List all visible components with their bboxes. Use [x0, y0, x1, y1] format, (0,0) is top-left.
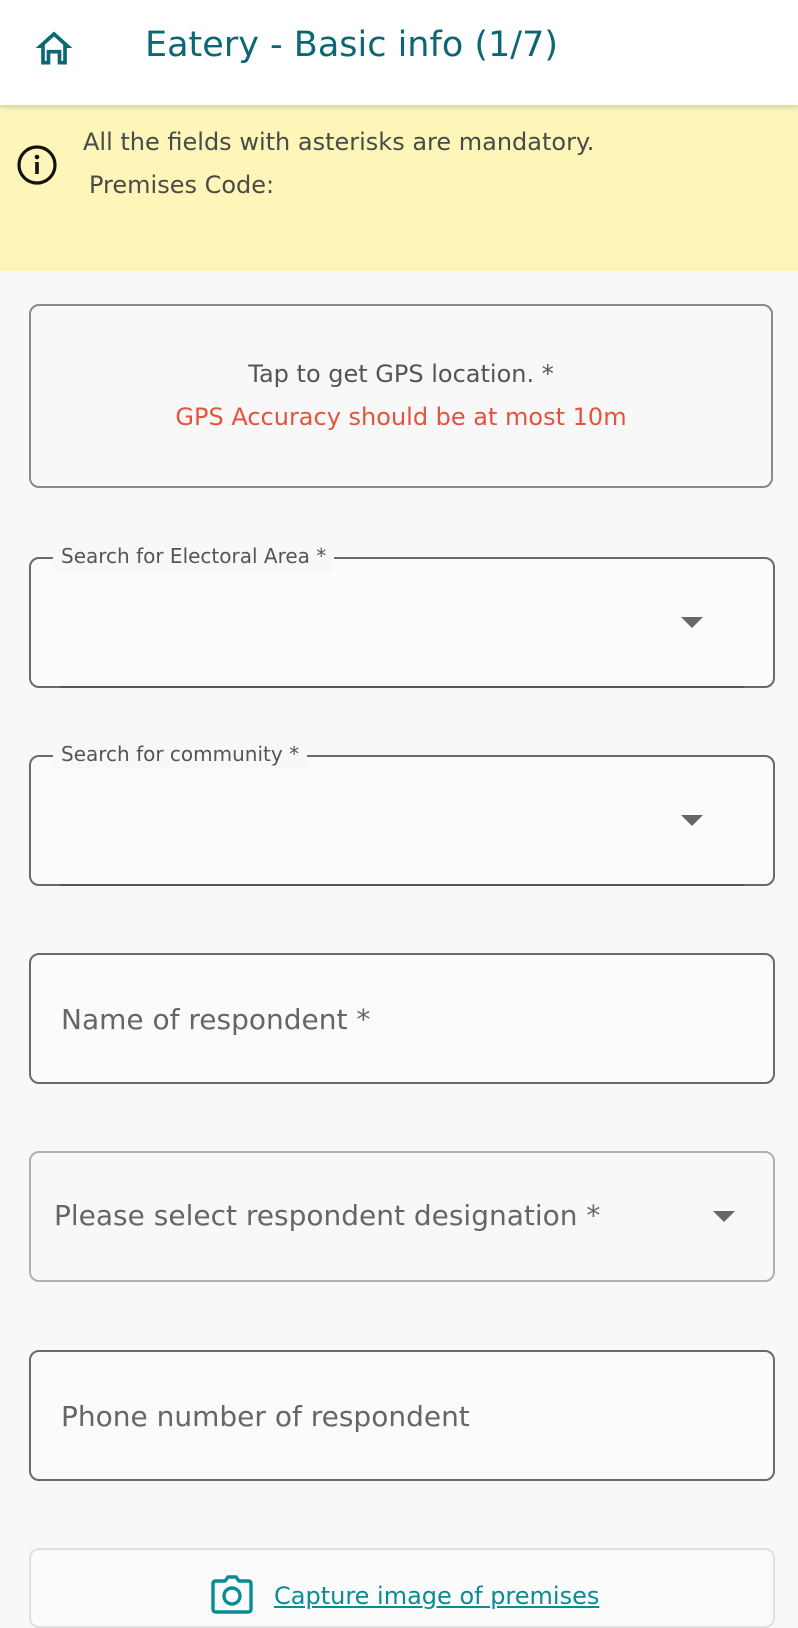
community-label: Search for community *	[53, 739, 308, 769]
camera-icon	[211, 1575, 253, 1614]
info-icon	[17, 145, 57, 185]
mandatory-fields-note: All the fields with asterisks are mandat…	[83, 128, 595, 156]
page-title: Eatery - Basic info (1/7)	[145, 25, 558, 65]
premises-code-label: Premises Code:	[89, 171, 275, 199]
respondent-designation-select[interactable]: Please select respondent designation *	[29, 1151, 775, 1282]
home-icon	[35, 31, 73, 65]
respondent-phone-input[interactable]	[59, 1352, 743, 1481]
gps-accuracy-warning: GPS Accuracy should be at most 10m	[175, 403, 627, 431]
capture-premises-image-button[interactable]: Capture image of premises	[29, 1548, 775, 1628]
community-underline	[60, 884, 744, 886]
electoral-area-search-field[interactable]: Search for Electoral Area *	[29, 541, 775, 688]
gps-location-prompt: Tap to get GPS location. *	[248, 360, 554, 388]
gps-location-button[interactable]: Tap to get GPS location. * GPS Accuracy …	[29, 304, 773, 488]
electoral-area-dropdown-icon[interactable]	[681, 617, 703, 628]
home-button[interactable]	[28, 22, 80, 74]
electoral-area-underline	[60, 686, 744, 688]
community-search-field[interactable]: Search for community *	[29, 739, 775, 886]
respondent-designation-placeholder: Please select respondent designation *	[54, 1199, 601, 1232]
chevron-down-icon[interactable]	[713, 1211, 735, 1222]
respondent-phone-field[interactable]	[29, 1350, 775, 1481]
capture-premises-image-label: Capture image of premises	[274, 1582, 600, 1610]
respondent-name-input[interactable]	[59, 955, 743, 1084]
electoral-area-label: Search for Electoral Area *	[53, 541, 335, 571]
app-bar: Eatery - Basic info (1/7)	[0, 0, 798, 105]
respondent-name-field[interactable]	[29, 953, 775, 1084]
community-dropdown-icon[interactable]	[681, 815, 703, 826]
